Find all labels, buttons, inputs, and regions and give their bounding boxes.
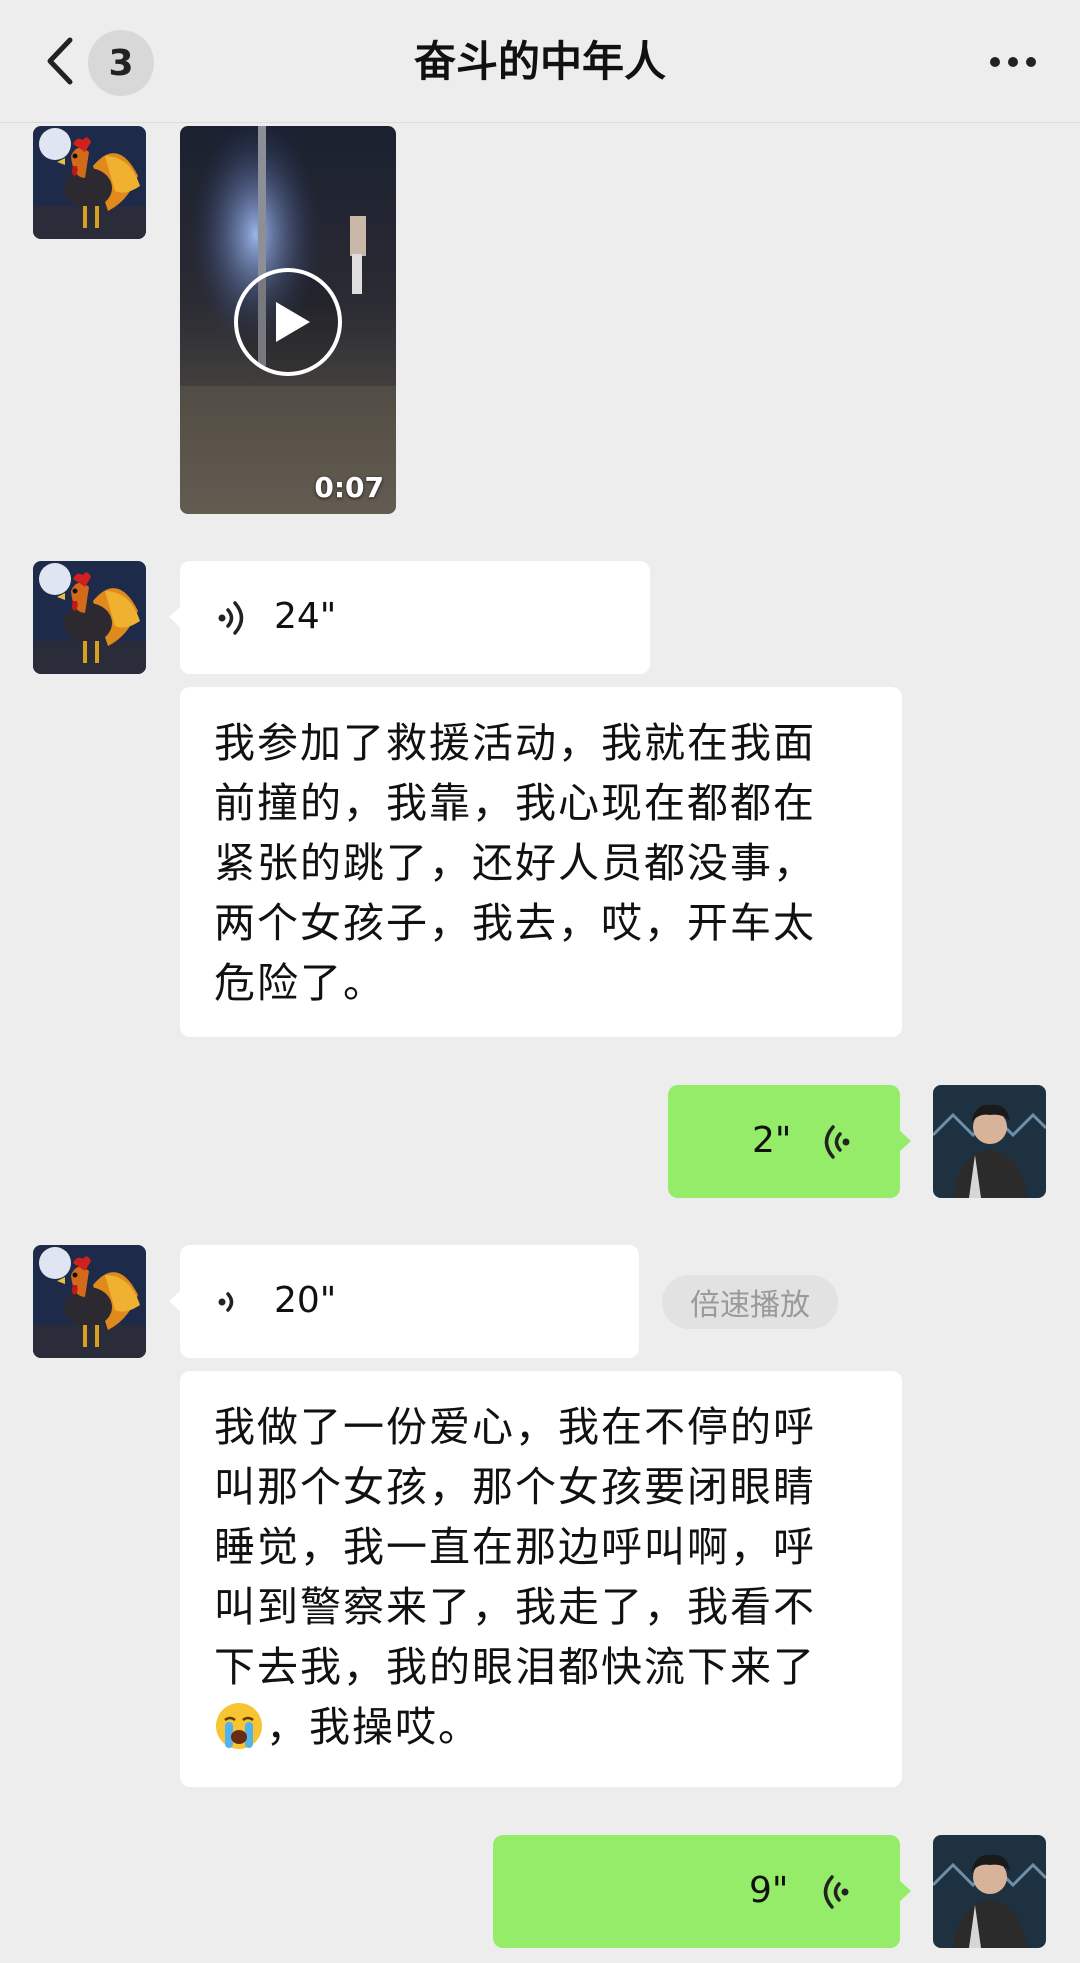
video-duration: 0:07 <box>314 471 384 504</box>
voice-message-outgoing[interactable]: 2" <box>668 1085 911 1198</box>
play-icon[interactable] <box>232 266 344 378</box>
avatar-rooster[interactable] <box>33 561 146 674</box>
voice-transcript[interactable]: 我参加了救援活动，我就在我面 前撞的，我靠，我心现在都都在 紧张的跳了，还好人员… <box>180 687 902 1037</box>
voice-duration: 20" <box>274 1280 337 1321</box>
voice-message-outgoing[interactable]: 9" <box>493 1835 911 1948</box>
transcript-text: 我参加了救援活动，我就在我面 前撞的，我靠，我心现在都都在 紧张的跳了，还好人员… <box>214 719 816 1007</box>
voice-wave-icon <box>824 1125 850 1159</box>
voice-wave-icon <box>823 1875 849 1909</box>
voice-duration: 2" <box>752 1120 792 1161</box>
avatar-rooster[interactable] <box>33 126 146 239</box>
chat-title: 奋斗的中年人 <box>413 37 666 86</box>
back-arrow-icon[interactable] <box>40 34 80 88</box>
voice-wave-icon <box>218 1292 234 1312</box>
video-message[interactable]: 0:07 <box>180 126 396 514</box>
more-options-icon[interactable] <box>986 44 1046 80</box>
avatar-self[interactable] <box>933 1835 1046 1948</box>
crying-face-icon <box>216 1703 262 1749</box>
voice-message-incoming[interactable]: 24" <box>169 561 650 674</box>
avatar-rooster[interactable] <box>33 1245 146 1358</box>
avatar-self[interactable] <box>933 1085 1046 1198</box>
voice-duration: 9" <box>749 1870 789 1911</box>
voice-transcript[interactable]: 我做了一份爱心，我在不停的呼 叫那个女孩，那个女孩要闭眼睛 睡觉，我一直在那边呼… <box>180 1371 902 1787</box>
voice-message-incoming[interactable]: 20" <box>169 1245 639 1358</box>
voice-wave-icon <box>218 601 244 635</box>
transcript-text: 我做了一份爱心，我在不停的呼 叫那个女孩，那个女孩要闭眼睛 睡觉，我一直在那边呼… <box>214 1397 816 1757</box>
chat-header: 3 奋斗的中年人 <box>0 0 1080 123</box>
unread-count-badge[interactable]: 3 <box>88 30 154 96</box>
playback-speed-button[interactable]: 倍速播放 <box>662 1275 838 1329</box>
voice-duration: 24" <box>274 596 337 637</box>
transcript-text-main: 我做了一份爱心，我在不停的呼 叫那个女孩，那个女孩要闭眼睛 睡觉，我一直在那边呼… <box>214 1403 816 1691</box>
transcript-text-tail: ，我操哎。 <box>266 1703 481 1751</box>
